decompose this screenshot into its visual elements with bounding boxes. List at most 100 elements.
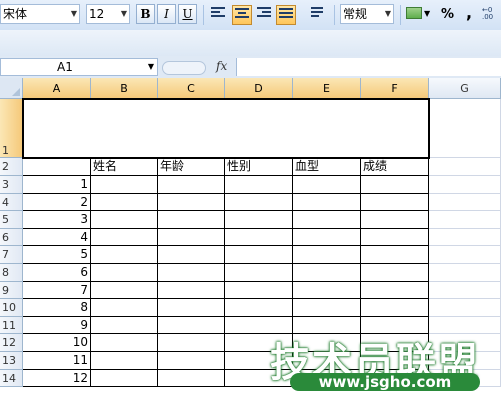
merged-title-cell[interactable] <box>23 99 429 158</box>
cell-b11[interactable] <box>91 316 158 335</box>
cell-d8[interactable] <box>225 264 293 282</box>
row-header-1[interactable]: 1 <box>0 99 23 158</box>
row-header-5[interactable]: 5 <box>0 211 23 229</box>
cell-b3[interactable] <box>91 176 158 194</box>
chevron-down-icon[interactable]: ▼ <box>424 9 430 18</box>
column-header-c[interactable]: C <box>158 78 225 99</box>
select-all-corner[interactable] <box>0 78 23 99</box>
cell-f6[interactable] <box>361 228 429 247</box>
chevron-down-icon[interactable]: ▼ <box>385 5 391 23</box>
insert-function-icon[interactable]: fx <box>216 59 227 73</box>
bold-button[interactable]: B <box>136 4 155 24</box>
cell-g9[interactable] <box>429 281 501 300</box>
cell-c2[interactable]: 年龄 <box>158 158 225 176</box>
cell-c5[interactable] <box>158 211 225 229</box>
cell-f7[interactable] <box>361 246 429 264</box>
cell-e5[interactable] <box>293 211 361 229</box>
cell-g13[interactable] <box>429 352 501 370</box>
cell-b10[interactable] <box>91 299 158 317</box>
row-header-4[interactable]: 4 <box>0 193 23 212</box>
cell-b6[interactable] <box>91 228 158 247</box>
cell-c10[interactable] <box>158 299 225 317</box>
cell-e14[interactable] <box>293 369 361 388</box>
cell-f10[interactable] <box>361 299 429 317</box>
cell-e12[interactable] <box>293 334 361 352</box>
align-center-button[interactable] <box>232 5 252 25</box>
cell-f3[interactable] <box>361 176 429 194</box>
cell-e4[interactable] <box>293 193 361 212</box>
cell-a9[interactable]: 7 <box>23 281 91 300</box>
cell-e7[interactable] <box>293 246 361 264</box>
cell-a10[interactable]: 8 <box>23 299 91 317</box>
cell-f11[interactable] <box>361 316 429 335</box>
cell-d12[interactable] <box>225 334 293 352</box>
row-header-8[interactable]: 8 <box>0 264 23 282</box>
cell-g8[interactable] <box>429 264 501 282</box>
cell-g11[interactable] <box>429 316 501 335</box>
cell-f13[interactable] <box>361 352 429 370</box>
cell-a3[interactable]: 1 <box>23 176 91 194</box>
cell-e2[interactable]: 血型 <box>293 158 361 176</box>
font-size-combo[interactable]: 12 ▼ <box>86 4 130 24</box>
row-header-3[interactable]: 3 <box>0 176 23 194</box>
cell-c3[interactable] <box>158 176 225 194</box>
cell-b5[interactable] <box>91 211 158 229</box>
cell-d11[interactable] <box>225 316 293 335</box>
align-left-icon[interactable] <box>211 7 225 21</box>
cell-c11[interactable] <box>158 316 225 335</box>
percent-button[interactable]: % <box>441 7 454 22</box>
cell-e3[interactable] <box>293 176 361 194</box>
cell-f4[interactable] <box>361 193 429 212</box>
cell-e9[interactable] <box>293 281 361 300</box>
row-header-10[interactable]: 10 <box>0 299 23 317</box>
cell-f12[interactable] <box>361 334 429 352</box>
cell-d7[interactable] <box>225 246 293 264</box>
cell-d3[interactable] <box>225 176 293 194</box>
cell-f8[interactable] <box>361 264 429 282</box>
cell-a8[interactable]: 6 <box>23 264 91 282</box>
cell-b9[interactable] <box>91 281 158 300</box>
cell-a2[interactable] <box>23 158 91 176</box>
column-header-d[interactable]: D <box>225 78 293 99</box>
cell-d2[interactable]: 性别 <box>225 158 293 176</box>
cell-b2[interactable]: 姓名 <box>91 158 158 176</box>
cell-c9[interactable] <box>158 281 225 300</box>
merge-center-button[interactable] <box>276 5 296 25</box>
cell-c8[interactable] <box>158 264 225 282</box>
row-header-14[interactable]: 14 <box>0 369 23 388</box>
cell-b12[interactable] <box>91 334 158 352</box>
cell-g1[interactable] <box>429 99 501 158</box>
wrap-text-icon[interactable] <box>311 7 325 21</box>
cell-a14[interactable]: 12 <box>23 369 91 388</box>
underline-button[interactable]: U <box>178 4 197 24</box>
cell-c13[interactable] <box>158 352 225 370</box>
cell-a7[interactable]: 5 <box>23 246 91 264</box>
cell-b8[interactable] <box>91 264 158 282</box>
cell-b7[interactable] <box>91 246 158 264</box>
chevron-down-icon[interactable]: ▼ <box>121 5 127 23</box>
cell-b4[interactable] <box>91 193 158 212</box>
cell-g6[interactable] <box>429 228 501 247</box>
cell-g2[interactable] <box>429 158 501 176</box>
cell-a11[interactable]: 9 <box>23 316 91 335</box>
align-right-icon[interactable] <box>257 7 271 21</box>
row-header-9[interactable]: 9 <box>0 281 23 300</box>
cell-a6[interactable]: 4 <box>23 228 91 247</box>
cell-d6[interactable] <box>225 228 293 247</box>
comma-button[interactable]: , <box>466 3 472 22</box>
cell-g14[interactable] <box>429 369 501 388</box>
cell-g3[interactable] <box>429 176 501 194</box>
font-name-combo[interactable]: 宋体 ▼ <box>0 4 80 24</box>
column-header-g[interactable]: G <box>429 78 501 99</box>
cell-e8[interactable] <box>293 264 361 282</box>
cell-g7[interactable] <box>429 246 501 264</box>
cell-c12[interactable] <box>158 334 225 352</box>
cell-e6[interactable] <box>293 228 361 247</box>
cell-d10[interactable] <box>225 299 293 317</box>
cell-g12[interactable] <box>429 334 501 352</box>
formula-input[interactable] <box>236 58 501 76</box>
cell-f14[interactable] <box>361 369 429 388</box>
cell-f5[interactable] <box>361 211 429 229</box>
cell-c14[interactable] <box>158 369 225 388</box>
currency-format-icon[interactable] <box>406 7 422 19</box>
